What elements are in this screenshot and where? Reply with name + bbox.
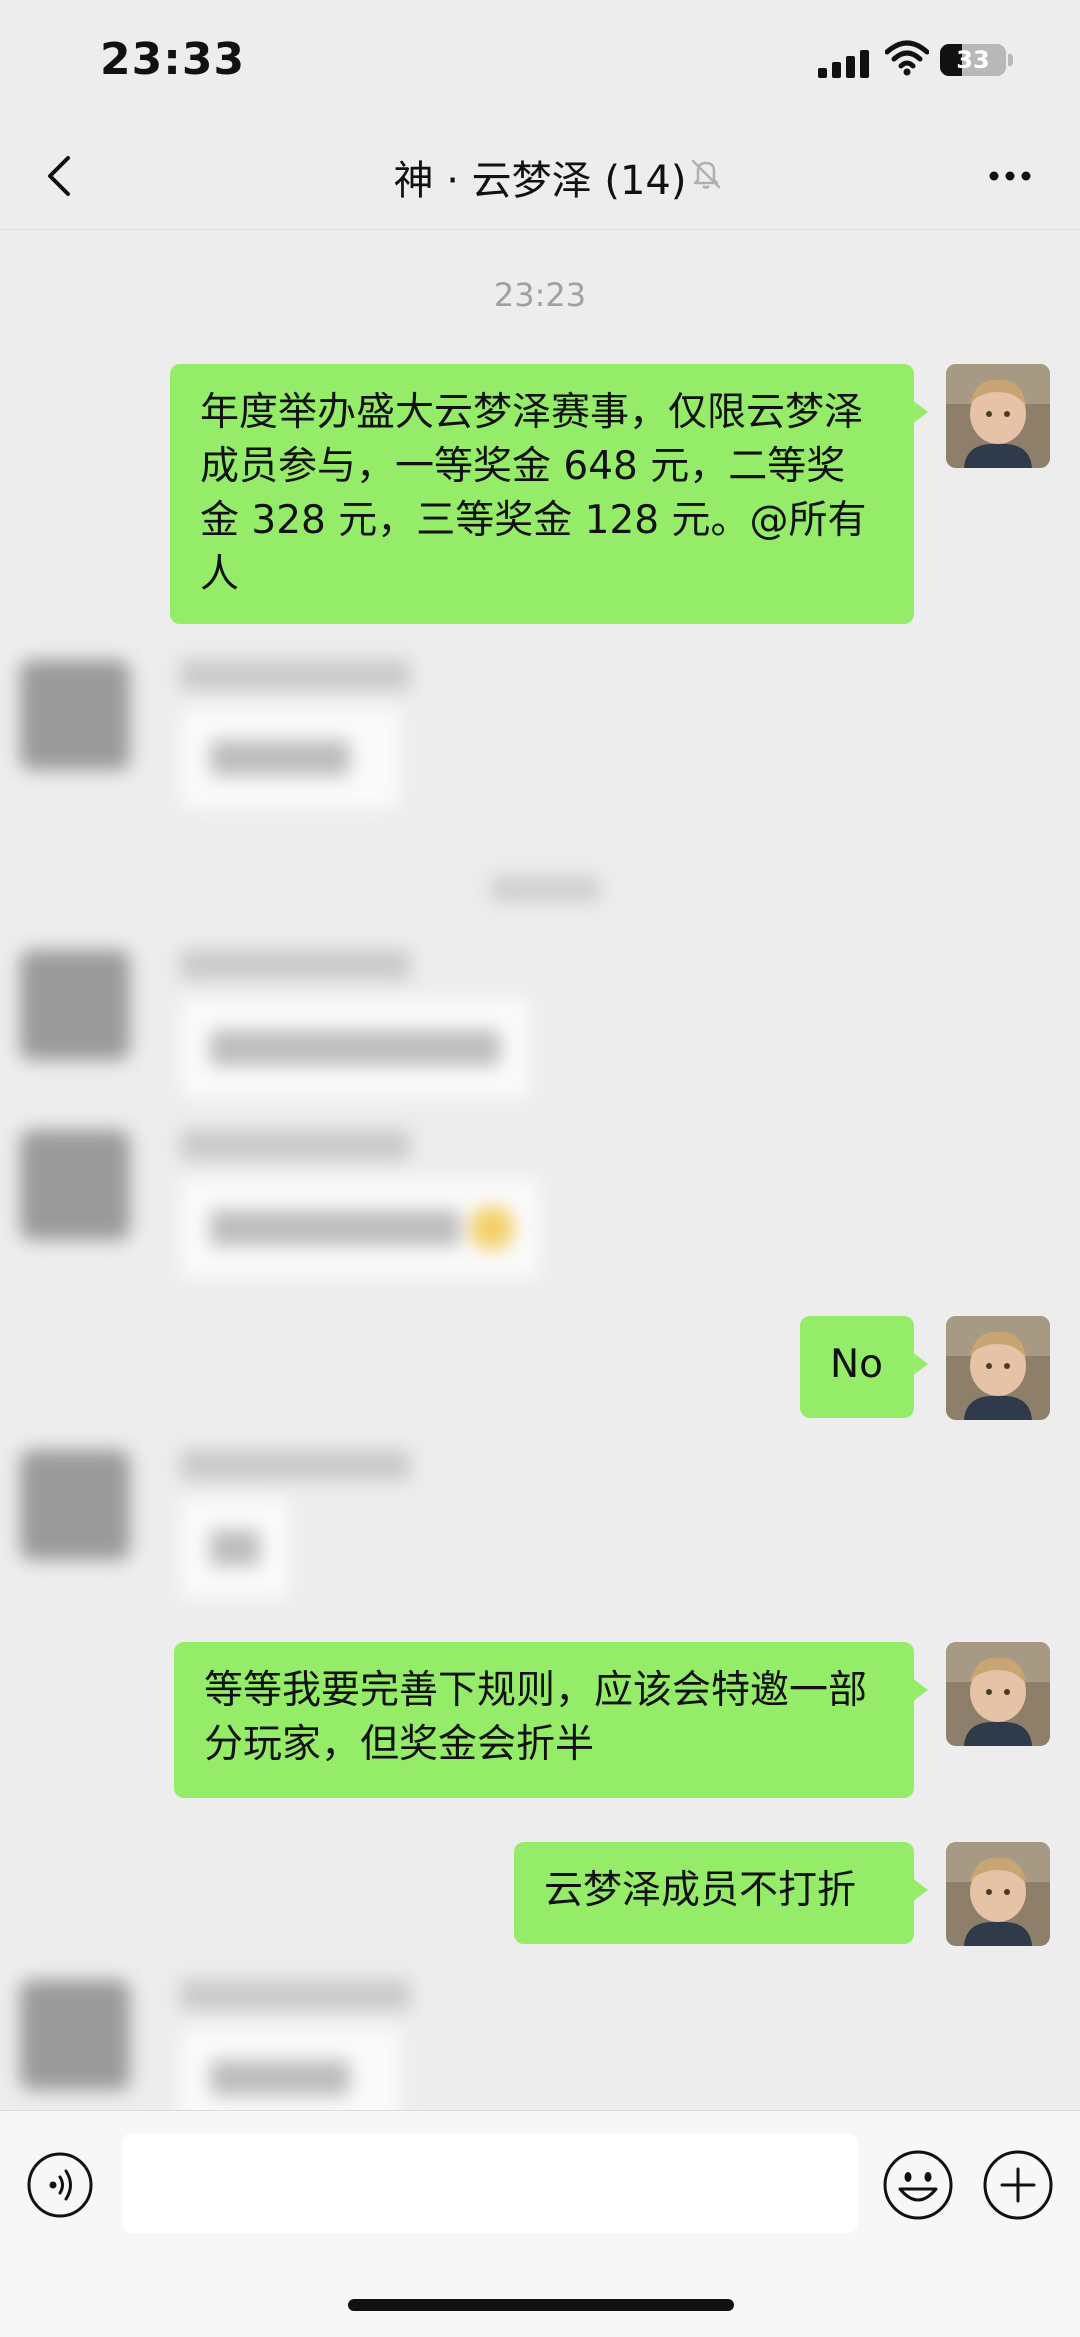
more-functions-button[interactable]	[982, 2149, 1054, 2221]
more-options-button[interactable]	[980, 146, 1040, 206]
home-indicator[interactable]	[348, 2299, 734, 2311]
own-message-bubble[interactable]: No	[800, 1316, 928, 1418]
status-time: 23:33	[100, 34, 246, 85]
own-avatar[interactable]	[946, 1842, 1050, 1946]
input-bar	[0, 2110, 1080, 2337]
mute-bell-icon	[691, 159, 721, 189]
chat-title: 神 · 云梦泽 (14)	[393, 158, 687, 204]
wifi-icon	[885, 40, 929, 76]
voice-input-button[interactable]	[26, 2151, 94, 2219]
blurred-timestamp	[490, 876, 600, 902]
emoji-button[interactable]	[882, 2149, 954, 2221]
chat-screen: 23:33 33 神 · 云梦泽 (14) 23:23 年度举办盛大云梦泽赛事，…	[0, 0, 1080, 2337]
battery-icon: 33	[940, 44, 1006, 76]
blurred-message	[20, 1450, 420, 1610]
blurred-message	[20, 1980, 420, 2128]
own-avatar[interactable]	[946, 1642, 1050, 1746]
cellular-signal-icon	[818, 50, 870, 78]
message-timestamp: 23:23	[493, 276, 587, 314]
own-avatar[interactable]	[946, 1316, 1050, 1420]
own-message-bubble[interactable]: 年度举办盛大云梦泽赛事，仅限云梦泽成员参与，一等奖金 648 元，二等奖金 32…	[170, 364, 928, 624]
blurred-message	[20, 950, 540, 1110]
message-text: No	[830, 1342, 884, 1387]
blurred-message	[20, 660, 420, 820]
own-message-bubble[interactable]: 等等我要完善下规则，应该会特邀一部分玩家，但奖金会折半	[174, 1642, 928, 1798]
battery-level: 33	[956, 46, 990, 74]
message-text: 年度举办盛大云梦泽赛事，仅限云梦泽成员参与，一等奖金 648 元，二等奖金 32…	[200, 390, 867, 597]
message-text: 云梦泽成员不打折	[544, 1868, 857, 1913]
own-message-bubble[interactable]: 云梦泽成员不打折	[514, 1842, 928, 1944]
own-avatar[interactable]	[946, 364, 1050, 468]
blurred-message	[20, 1130, 540, 1290]
nav-bar: 神 · 云梦泽 (14)	[0, 120, 1080, 230]
status-bar: 23:33 33	[0, 0, 1080, 120]
message-text: 等等我要完善下规则，应该会特邀一部分玩家，但奖金会折半	[204, 1668, 868, 1767]
message-input[interactable]	[122, 2133, 858, 2233]
